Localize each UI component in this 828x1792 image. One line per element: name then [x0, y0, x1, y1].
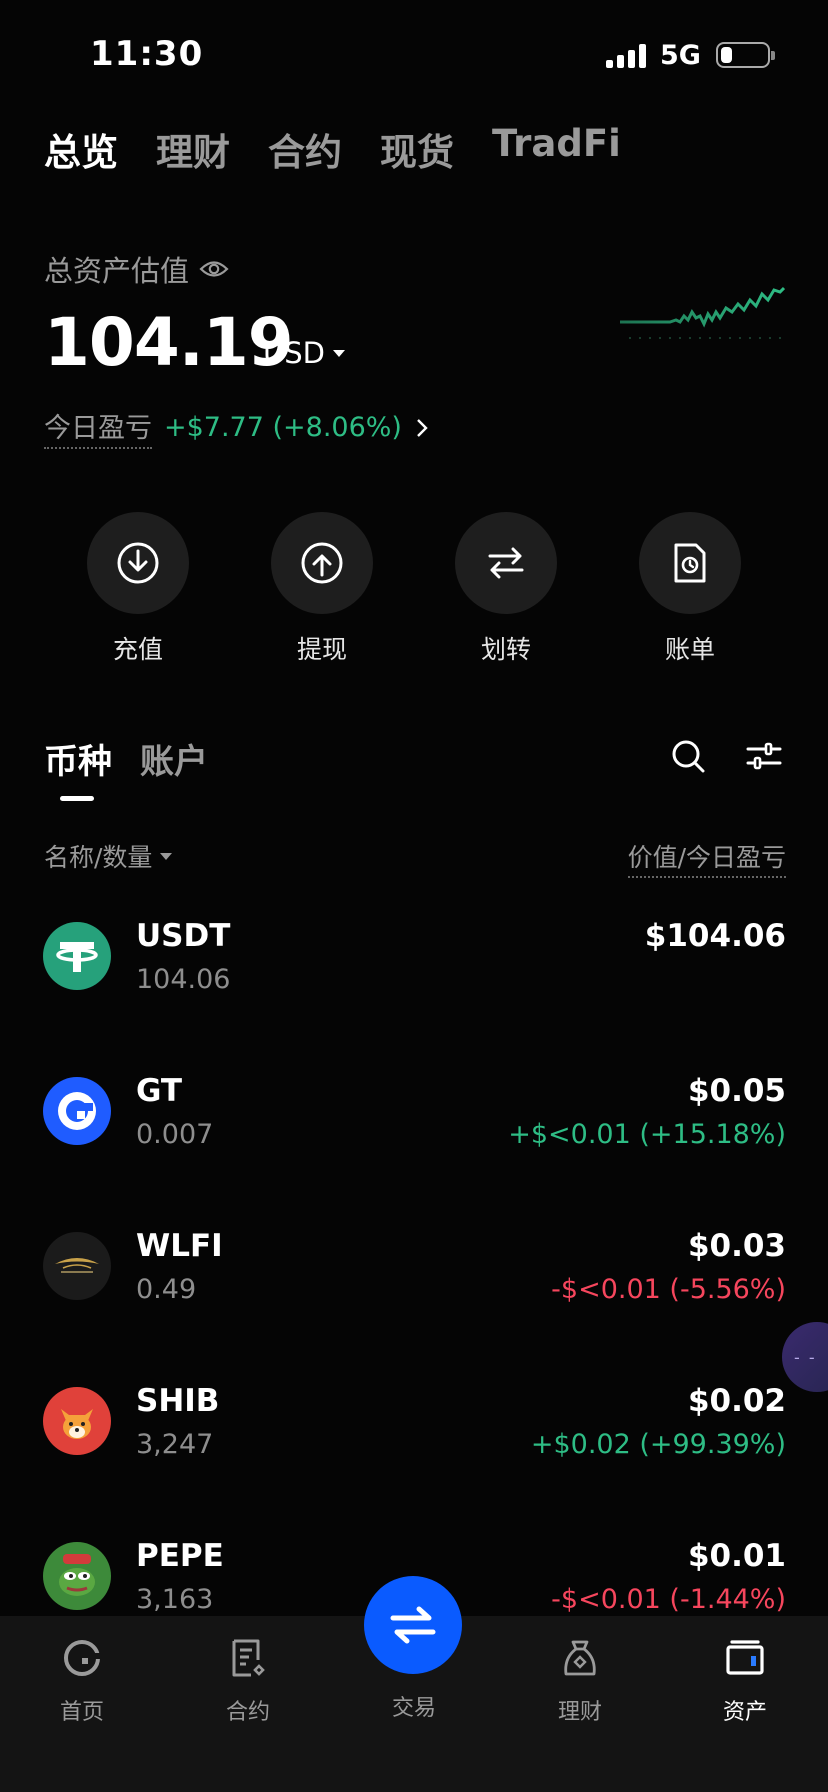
today-pnl-label: 今日盈亏	[44, 406, 152, 449]
wallet-icon	[723, 1636, 767, 1680]
tab-earn[interactable]: 理财	[156, 122, 230, 176]
wlfi-logo-icon	[43, 1232, 111, 1300]
asset-quantity: 3,247	[136, 1429, 214, 1460]
transfer-label: 划转	[480, 635, 531, 664]
asset-pnl: +$<0.01 (+15.18%)	[508, 1119, 786, 1150]
home-icon	[60, 1636, 104, 1680]
asset-quantity: 3,163	[136, 1584, 214, 1615]
chevron-right-icon	[417, 418, 428, 437]
futures-doc-icon	[226, 1636, 270, 1680]
withdraw-label: 提现	[296, 635, 347, 664]
asset-symbol: GT	[136, 1073, 183, 1109]
status-bar: 11:30 5G	[0, 0, 828, 100]
filter-settings-icon[interactable]	[744, 736, 784, 776]
tab-tradfi[interactable]: TradFi	[492, 122, 621, 176]
asset-value: $0.02	[687, 1383, 786, 1419]
asset-quantity: 0.007	[136, 1119, 214, 1150]
status-time: 11:30	[90, 34, 204, 74]
asset-row-wlfi[interactable]: WLFI 0.49 $0.03 -$<0.01 (-5.56%)	[0, 1224, 828, 1344]
asset-row-usdt[interactable]: USDT 104.06 $104.06	[0, 914, 828, 1034]
deposit-button[interactable]: 充值	[87, 512, 189, 666]
search-icon[interactable]	[668, 736, 708, 776]
swap-arrows-icon	[390, 1606, 436, 1644]
sparkline-chart	[620, 286, 785, 339]
asset-row-gt[interactable]: GT 0.007 $0.05 +$<0.01 (+15.18%)	[0, 1069, 828, 1189]
withdraw-icon	[271, 512, 373, 614]
nav-earn-label: 理财	[557, 1700, 602, 1725]
asset-value: $0.03	[687, 1228, 786, 1264]
asset-value: $0.05	[687, 1073, 786, 1109]
nav-assets[interactable]: 资产	[690, 1636, 800, 1726]
network-type: 5G	[660, 40, 701, 71]
today-pnl[interactable]: 今日盈亏 +$7.77 (+8.06%)	[44, 406, 434, 449]
total-value: 104.19	[44, 304, 294, 381]
tab-spot[interactable]: 现货	[380, 122, 454, 176]
asset-pnl: -$<0.01 (-5.56%)	[551, 1274, 786, 1305]
nav-trade-label: 交易	[391, 1696, 436, 1721]
asset-value: $0.01	[687, 1538, 786, 1574]
nav-earn[interactable]: 理财	[525, 1636, 635, 1726]
transfer-icon	[455, 512, 557, 614]
asset-pnl: -$<0.01 (-1.44%)	[551, 1584, 786, 1615]
sort-by-name[interactable]: 名称/数量	[44, 838, 173, 874]
shib-logo-icon	[43, 1387, 111, 1455]
asset-symbol: PEPE	[136, 1538, 224, 1574]
nav-futures[interactable]: 合约	[193, 1636, 303, 1726]
deposit-icon	[87, 512, 189, 614]
tab-overview[interactable]: 总览	[44, 122, 118, 176]
today-pnl-value: +$7.77 (+8.06%)	[164, 412, 402, 443]
tab-indicator	[60, 796, 94, 801]
nav-assets-label: 资产	[722, 1700, 767, 1725]
deposit-label: 充值	[112, 635, 163, 664]
asset-value: $104.06	[644, 918, 786, 954]
usdt-logo-icon	[43, 922, 111, 990]
gt-logo-icon	[43, 1077, 111, 1145]
bill-label: 账单	[664, 635, 715, 664]
column-value-pnl[interactable]: 价值/今日盈亏	[627, 838, 786, 878]
earn-bag-icon	[558, 1636, 602, 1680]
asset-pnl: +$0.02 (+99.39%)	[530, 1429, 786, 1460]
sort-caret-icon	[160, 852, 173, 860]
list-tabs: 币种 账户	[44, 734, 208, 783]
asset-symbol: WLFI	[136, 1228, 223, 1264]
trade-button[interactable]	[364, 1576, 462, 1674]
total-assets-label-text: 总资产估值	[44, 254, 190, 288]
signal-icon	[606, 44, 648, 68]
bill-icon	[639, 512, 741, 614]
currency-label: USD	[263, 336, 325, 370]
battery-icon	[716, 42, 775, 68]
transfer-button[interactable]: 划转	[455, 512, 557, 666]
asset-symbol: USDT	[136, 918, 231, 954]
nav-home[interactable]: 首页	[27, 1636, 137, 1726]
withdraw-button[interactable]: 提现	[271, 512, 373, 666]
nav-home-label: 首页	[59, 1700, 104, 1725]
column-name-qty: 名称/数量	[44, 843, 153, 872]
caret-down-icon	[332, 349, 345, 357]
asset-row-shib[interactable]: SHIB 3,247 $0.02 +$0.02 (+99.39%)	[0, 1379, 828, 1499]
total-assets-label: 总资产估值	[44, 248, 229, 290]
bill-button[interactable]: 账单	[639, 512, 741, 666]
asset-symbol: SHIB	[136, 1383, 220, 1419]
tab-accounts[interactable]: 账户	[140, 734, 208, 783]
top-tabs: 总览 理财 合约 现货 TradFi	[44, 122, 621, 176]
asset-quantity: 0.49	[136, 1274, 197, 1305]
pepe-logo-icon	[43, 1542, 111, 1610]
tab-coins[interactable]: 币种	[44, 734, 112, 783]
currency-selector[interactable]: USD	[263, 336, 345, 370]
asset-quantity: 104.06	[136, 964, 231, 995]
nav-futures-label: 合约	[225, 1700, 270, 1725]
tab-futures[interactable]: 合约	[268, 122, 342, 176]
eye-icon[interactable]	[199, 258, 229, 280]
